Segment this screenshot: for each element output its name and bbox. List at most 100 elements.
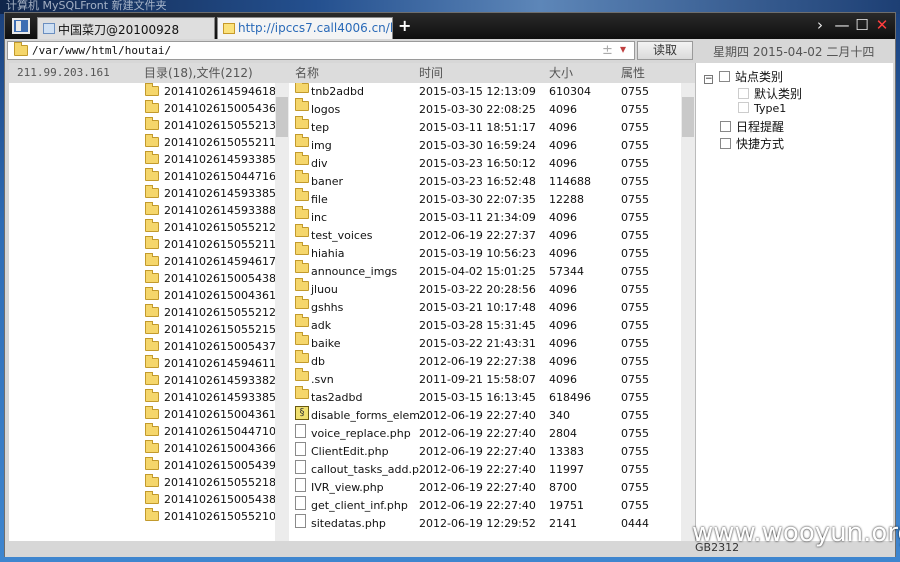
file-time: 2015-03-23 16:50:12 — [419, 157, 536, 170]
file-row[interactable]: get_client_inf.php 2012-06-19 22:27:40 197… — [289, 496, 681, 515]
file-row[interactable]: div 2015-03-23 16:50:12 4096 0755 — [289, 152, 681, 173]
directory-item[interactable]: 20141026150552129 — [139, 219, 275, 236]
read-button[interactable]: 读取 — [637, 41, 693, 60]
tree-site-category[interactable]: − 站点类别 — [704, 68, 783, 85]
directory-scrollbar[interactable] — [275, 83, 289, 543]
directory-item[interactable]: 20141026150552186 — [139, 474, 275, 491]
scroll-thumb[interactable] — [682, 97, 694, 137]
file-row[interactable]: img 2015-03-30 16:59:24 4096 0755 — [289, 134, 681, 155]
column-attr[interactable]: 属性 — [621, 63, 645, 83]
file-name: tas2adbd — [311, 391, 363, 404]
directory-item[interactable]: 20141026145946172 — [139, 253, 275, 270]
tree-shortcuts[interactable]: 快捷方式 — [720, 135, 784, 152]
directory-item[interactable]: 20141026145933854 — [139, 185, 275, 202]
column-size[interactable]: 大小 — [549, 63, 573, 83]
directory-item[interactable]: 20141026150552117 — [139, 134, 275, 151]
directory-item[interactable]: 20141026150447166 — [139, 168, 275, 185]
file-time: 2015-03-23 16:52:48 — [419, 175, 536, 188]
file-row[interactable]: baike 2015-03-22 21:43:31 4096 0755 — [289, 332, 681, 353]
chevron-right-icon[interactable]: › — [811, 16, 829, 34]
file-name: baike — [311, 337, 341, 350]
file-row[interactable]: voice_replace.php 2012-06-19 22:27:40 2804… — [289, 424, 681, 443]
file-row[interactable]: inc 2015-03-11 21:34:09 4096 0755 — [289, 206, 681, 227]
file-row[interactable]: ClientEdit.php 2012-06-19 22:27:40 13383 07… — [289, 442, 681, 461]
file-row[interactable]: sitedatas.php 2012-06-19 12:29:52 2141 0444 — [289, 514, 681, 533]
folder-icon — [145, 474, 159, 487]
directory-item[interactable]: 20141026145946180 — [139, 83, 275, 100]
chevron-down-icon[interactable]: ▾ — [620, 42, 626, 56]
file-row[interactable]: announce_imgs 2015-04-02 15:01:25 57344 075… — [289, 260, 681, 281]
file-row[interactable]: adk 2015-03-28 15:31:45 4096 0755 — [289, 314, 681, 335]
tree-label: 站点类别 — [735, 70, 784, 84]
scroll-thumb[interactable] — [276, 97, 288, 137]
path-input[interactable] — [32, 43, 592, 58]
directory-item[interactable]: 20141026150043663 — [139, 440, 275, 457]
file-name: test_voices — [311, 229, 373, 242]
file-row[interactable]: tnb2adbd 2015-03-15 12:13:09 610304 0755 — [289, 83, 681, 101]
file-row[interactable]: logos 2015-03-30 22:08:25 4096 0755 — [289, 98, 681, 119]
file-row[interactable]: .svn 2011-09-21 15:58:07 4096 0755 — [289, 368, 681, 389]
file-row[interactable]: hiahia 2015-03-19 10:56:23 4096 0755 — [289, 242, 681, 263]
collapse-icon[interactable]: − — [704, 75, 713, 84]
file-row[interactable]: gshhs 2015-03-21 10:17:48 4096 0755 — [289, 296, 681, 317]
directory-item[interactable]: 20141026150552112 — [139, 236, 275, 253]
directory-item[interactable]: 20141026150552136 — [139, 117, 275, 134]
title-bar: 中国菜刀@20100928 http://ipccs7.call4006.cn/… — [5, 13, 895, 39]
directory-item[interactable]: 20141026145933856 — [139, 389, 275, 406]
file-row[interactable]: tas2adbd 2015-03-15 16:13:45 618496 0755 — [289, 386, 681, 407]
directory-item[interactable]: 20141026145933857 — [139, 151, 275, 168]
directory-item[interactable]: 20141026150043612 — [139, 287, 275, 304]
file-row[interactable]: tep 2015-03-11 18:51:17 4096 0755 — [289, 116, 681, 137]
tree-schedule[interactable]: 日程提醒 — [720, 118, 784, 135]
folder-icon — [145, 406, 159, 419]
directory-item[interactable]: 20141026150552158 — [139, 321, 275, 338]
plus-minus-icon[interactable]: ± — [602, 43, 613, 58]
column-name[interactable]: 名称 — [295, 63, 319, 83]
directory-item[interactable]: 20141026150447104 — [139, 423, 275, 440]
file-row[interactable]: IVR_view.php 2012-06-19 22:27:40 8700 0755 — [289, 478, 681, 497]
folder-icon — [145, 219, 159, 232]
file-size: 4096 — [549, 337, 577, 350]
file-row[interactable]: callout_tasks_add.p... 2012-06-19 22:27:4… — [289, 460, 681, 479]
column-time[interactable]: 时间 — [419, 63, 443, 83]
directory-item[interactable]: 20141026150552102 — [139, 508, 275, 525]
file-attr: 0755 — [621, 265, 649, 278]
folder-icon — [145, 372, 159, 385]
minimize-button[interactable]: — — [833, 16, 851, 34]
new-tab-button[interactable]: + — [398, 16, 411, 35]
directory-item[interactable]: 20141026150043619 — [139, 406, 275, 423]
file-row[interactable]: baner 2015-03-23 16:52:48 114688 0755 — [289, 170, 681, 191]
directory-item[interactable]: 20141026145933824 — [139, 372, 275, 389]
file-row[interactable]: jluou 2015-03-22 20:28:56 4096 0755 — [289, 278, 681, 299]
folder-icon — [145, 168, 159, 181]
app-icon[interactable] — [12, 18, 30, 34]
maximize-button[interactable]: ☐ — [853, 16, 871, 34]
directory-item[interactable]: 20141026145933880 — [139, 202, 275, 219]
file-row[interactable]: db 2012-06-19 22:27:38 4096 0755 — [289, 350, 681, 371]
file-scrollbar[interactable] — [681, 83, 695, 543]
directory-item-label: 20141026150552158 — [164, 323, 275, 336]
tab-file-manager[interactable]: http://ipccs7.call4006.cn/ho... — [217, 17, 393, 39]
close-button[interactable]: ✕ — [873, 16, 891, 34]
file-time: 2015-03-22 21:43:31 — [419, 337, 536, 350]
directory-item[interactable]: 20141026145946113 — [139, 355, 275, 372]
directory-item[interactable]: 20141026150054390 — [139, 457, 275, 474]
directory-item[interactable]: 20141026150054367 — [139, 100, 275, 117]
file-row[interactable]: test_voices 2012-06-19 22:27:37 4096 0755 — [289, 224, 681, 245]
directory-item-label: 20141026145933856 — [164, 391, 275, 404]
file-list-header: 名称 时间 大小 属性 — [289, 63, 695, 83]
tree-type1[interactable]: Type1 — [738, 102, 786, 115]
directory-item[interactable]: 20141026150054386 — [139, 270, 275, 287]
file-row[interactable]: § disable_forms_elem... 2012-06-19 22:27:4… — [289, 406, 681, 425]
folder-icon — [145, 185, 159, 198]
tab-home[interactable]: 中国菜刀@20100928 — [37, 17, 215, 39]
folder-icon — [145, 491, 159, 504]
directory-item-label: 20141026150054377 — [164, 340, 275, 353]
server-ip[interactable]: 211.99.203.161 — [9, 63, 139, 83]
tree-default-category[interactable]: 默认类别 — [738, 85, 802, 102]
directory-item[interactable]: 20141026150054377 — [139, 338, 275, 355]
directory-item[interactable]: 20141026150552127 — [139, 304, 275, 321]
file-row[interactable]: file 2015-03-30 22:07:35 12288 0755 — [289, 188, 681, 209]
file-time: 2015-03-30 16:59:24 — [419, 139, 536, 152]
directory-item[interactable]: 20141026150054387 — [139, 491, 275, 508]
